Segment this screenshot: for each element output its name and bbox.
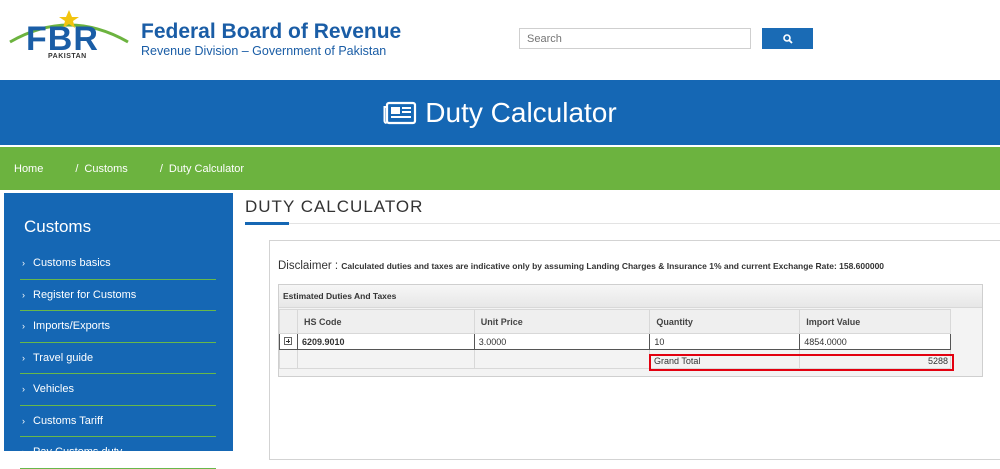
disclaimer: Disclaimer : Calculated duties and taxes…: [278, 260, 884, 272]
sidebar-item-customs-basics[interactable]: › Customs basics: [20, 248, 216, 280]
expand-plus-icon[interactable]: [284, 336, 292, 345]
disclaimer-label: Disclaimer :: [278, 260, 339, 272]
page-banner: Duty Calculator: [0, 80, 1000, 145]
org-subtitle: Revenue Division – Government of Pakista…: [141, 44, 387, 58]
breadcrumb-home[interactable]: Home: [14, 163, 43, 175]
search-button[interactable]: [762, 28, 813, 49]
sidebar-item-register-for-customs[interactable]: › Register for Customs: [20, 280, 216, 311]
cell-unit-price: 3.0000: [473, 333, 651, 350]
search-icon: [782, 33, 793, 44]
cell-quantity: 10: [649, 333, 801, 350]
site-header: FBR PAKISTAN Federal Board of Revenue Re…: [0, 0, 1000, 80]
banner-title: Duty Calculator: [425, 96, 617, 128]
breadcrumb-separator: /: [75, 162, 79, 175]
cell-import-value: 4854.0000: [799, 333, 951, 350]
logo-country: PAKISTAN: [48, 53, 87, 60]
grid-caption: Estimated Duties And Taxes: [279, 285, 982, 308]
sidebar-item-vehicles[interactable]: › Vehicles: [20, 374, 216, 406]
chevron-right-icon: ›: [22, 352, 25, 363]
total-row-spacer: [296, 349, 475, 369]
org-name[interactable]: Federal Board of Revenue: [141, 20, 401, 44]
page-title: DUTY CALCULATOR: [245, 197, 424, 216]
sidebar-item-imports-exports[interactable]: › Imports/Exports: [20, 311, 216, 343]
search-input[interactable]: [519, 28, 751, 49]
title-divider: [245, 223, 1000, 224]
cell-hs-code: 6209.9010: [296, 333, 475, 350]
chevron-right-icon: ›: [22, 415, 25, 426]
column-header-import-value[interactable]: Import Value: [799, 309, 951, 334]
table-header-row: HS Code Unit Price Quantity Import Value: [279, 309, 951, 334]
breadcrumb-duty-calculator: Duty Calculator: [168, 162, 245, 175]
fbr-logo[interactable]: FBR PAKISTAN: [4, 2, 134, 60]
chevron-right-icon: ›: [22, 447, 25, 458]
sidebar-item-customs-tariff[interactable]: › Customs Tariff: [20, 406, 216, 437]
grand-total-value: 5288: [927, 356, 948, 366]
column-header-hs-code[interactable]: HS Code: [296, 309, 475, 334]
breadcrumb-separator: /: [159, 162, 163, 175]
total-row-spacer: [473, 349, 651, 369]
sidebar-item-label: Pay Customs duty: [33, 446, 123, 459]
disclaimer-text: Calculated duties and taxes are indicati…: [341, 261, 885, 271]
sidebar-item-label: Travel guide: [33, 351, 94, 364]
sidebar-item-label: Register for Customs: [33, 288, 137, 301]
row-expander[interactable]: [279, 333, 298, 350]
sidebar-item-travel-guide[interactable]: › Travel guide: [20, 343, 216, 374]
sidebar-title: Customs: [24, 217, 92, 236]
title-divider-accent: [245, 222, 289, 225]
total-row-spacer: [279, 349, 298, 369]
table-header-expander: [279, 309, 298, 334]
sidebar-item-pay-customs-duty[interactable]: › Pay Customs duty: [20, 437, 216, 469]
sidebar-nav: › Customs basics › Register for Customs › I…: [20, 248, 216, 469]
chevron-right-icon: ›: [22, 321, 25, 332]
breadcrumb-customs[interactable]: Customs: [84, 163, 127, 175]
chevron-right-icon: ›: [22, 384, 25, 395]
sidebar-item-label: Customs Tariff: [33, 414, 103, 427]
column-header-unit-price[interactable]: Unit Price: [473, 309, 651, 334]
sidebar-item-label: Vehicles: [33, 383, 74, 396]
breadcrumb: Home / Customs / Duty Calculator: [0, 147, 1000, 190]
column-header-quantity[interactable]: Quantity: [649, 309, 801, 334]
sidebar-item-label: Imports/Exports: [33, 320, 111, 333]
sidebar-item-label: Customs basics: [33, 257, 111, 270]
sidebar: Customs › Customs basics › Register for Cu…: [4, 193, 233, 469]
newspaper-icon: [383, 101, 417, 124]
table-row[interactable]: 6209.9010 3.0000 10 4854.0000: [279, 333, 951, 350]
chevron-right-icon: ›: [22, 258, 25, 269]
grand-total-label: Grand Total: [654, 356, 701, 366]
chevron-right-icon: ›: [22, 289, 25, 300]
